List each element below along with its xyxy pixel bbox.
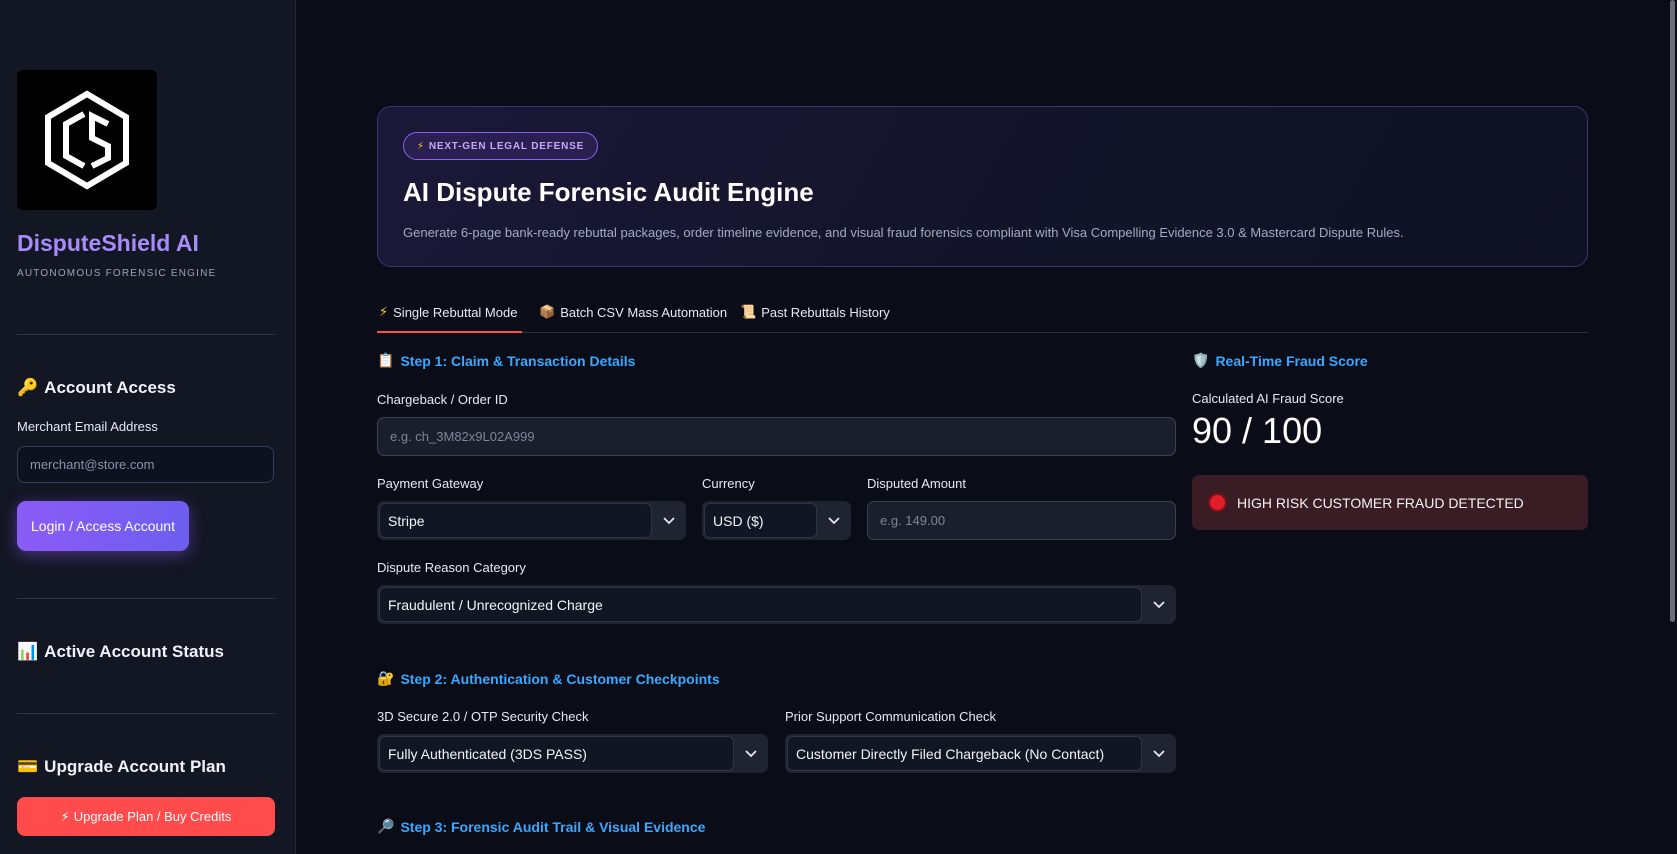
app-logo xyxy=(17,70,157,210)
step2-heading: 🔐 Step 2: Authentication & Customer Chec… xyxy=(377,670,720,687)
chevron-down-icon[interactable] xyxy=(734,734,768,773)
chevron-down-icon[interactable] xyxy=(652,501,686,540)
lightning-icon: ⚡ xyxy=(60,808,70,824)
brand-tagline: AUTONOMOUS FORENSIC ENGINE xyxy=(17,268,217,279)
support-check-label: Prior Support Communication Check xyxy=(785,709,996,724)
tab-single-rebuttal[interactable]: ⚡ Single Rebuttal Mode xyxy=(379,304,517,320)
reason-label: Dispute Reason Category xyxy=(377,560,526,575)
hero-badge-label: NEXT-GEN LEGAL DEFENSE xyxy=(428,140,585,152)
email-label: Merchant Email Address xyxy=(17,419,158,434)
lightning-icon: ⚡ xyxy=(417,140,425,152)
order-id-input[interactable]: e.g. ch_3M82x9L02A999 xyxy=(377,417,1176,456)
amount-placeholder: e.g. 149.00 xyxy=(880,513,946,528)
order-id-placeholder: e.g. ch_3M82x9L02A999 xyxy=(390,429,535,444)
step3-title: Step 3: Forensic Audit Trail & Visual Ev… xyxy=(400,818,706,835)
step1-heading: 📋 Step 1: Claim & Transaction Details xyxy=(377,352,635,369)
sidebar: DisputeShield AI AUTONOMOUS FORENSIC ENG… xyxy=(0,0,296,854)
reason-select[interactable]: Fraudulent / Unrecognized Charge xyxy=(377,585,1176,624)
fraud-alert: HIGH RISK CUSTOMER FRAUD DETECTED xyxy=(1192,475,1588,530)
secure-check-label: 3D Secure 2.0 / OTP Security Check xyxy=(377,709,589,724)
order-id-label: Chargeback / Order ID xyxy=(377,392,508,407)
tab-label: Single Rebuttal Mode xyxy=(393,304,518,320)
account-access-heading: 🔑 Account Access xyxy=(17,378,176,398)
scrollbar[interactable] xyxy=(1670,0,1675,622)
upgrade-plan-label: Upgrade Account Plan xyxy=(44,757,226,776)
email-field[interactable]: merchant@store.com xyxy=(17,446,274,483)
fraud-score-label: Calculated AI Fraud Score xyxy=(1192,391,1344,406)
amount-input[interactable]: e.g. 149.00 xyxy=(867,501,1176,540)
fraud-alert-text: HIGH RISK CUSTOMER FRAUD DETECTED xyxy=(1237,494,1524,511)
support-check-value: Customer Directly Filed Chargeback (No C… xyxy=(787,736,1142,771)
chevron-down-icon[interactable] xyxy=(1142,734,1176,773)
support-check-select[interactable]: Customer Directly Filed Chargeback (No C… xyxy=(785,734,1176,773)
currency-label: Currency xyxy=(702,476,755,491)
tab-batch-csv[interactable]: 📦 Batch CSV Mass Automation xyxy=(539,304,727,320)
sidebar-divider xyxy=(17,713,275,714)
sidebar-divider xyxy=(17,334,275,335)
red-circle-icon xyxy=(1208,493,1227,512)
chevron-down-icon[interactable] xyxy=(1142,585,1176,624)
bar-chart-icon: 📊 xyxy=(17,642,39,661)
fraud-score-value: 90 / 100 xyxy=(1192,410,1323,451)
secure-check-value: Fully Authenticated (3DS PASS) xyxy=(379,736,734,771)
account-status-label: Active Account Status xyxy=(44,642,224,661)
currency-select[interactable]: USD ($) xyxy=(702,501,851,540)
account-status-heading: 📊 Active Account Status xyxy=(17,642,224,662)
email-placeholder: merchant@store.com xyxy=(30,457,155,472)
amount-label: Disputed Amount xyxy=(867,476,967,491)
upgrade-plan-heading: 💳 Upgrade Account Plan xyxy=(17,757,226,777)
package-icon: 📦 xyxy=(539,304,556,319)
gateway-select[interactable]: Stripe xyxy=(377,501,686,540)
shield-icon: 🛡️ xyxy=(1192,352,1210,368)
fraud-score-heading: 🛡️ Real-Time Fraud Score xyxy=(1192,352,1368,369)
tab-label: Past Rebuttals History xyxy=(761,304,890,320)
upgrade-button[interactable]: ⚡ Upgrade Plan / Buy Credits xyxy=(17,797,275,836)
currency-value: USD ($) xyxy=(704,503,817,538)
tab-past-history[interactable]: 📜 Past Rebuttals History xyxy=(740,304,890,320)
hero-badge: ⚡ NEXT-GEN LEGAL DEFENSE xyxy=(403,132,599,160)
reason-value: Fraudulent / Unrecognized Charge xyxy=(379,587,1142,622)
gateway-value: Stripe xyxy=(379,503,652,538)
upgrade-button-label: Upgrade Plan / Buy Credits xyxy=(73,809,232,824)
mode-tabs: ⚡ Single Rebuttal Mode 📦 Batch CSV Mass … xyxy=(377,300,1588,333)
active-tab-indicator xyxy=(377,331,522,333)
key-icon: 🔑 xyxy=(17,378,39,397)
lightning-icon: ⚡ xyxy=(379,304,389,319)
chevron-down-icon[interactable] xyxy=(817,501,851,540)
brand-name: DisputeShield AI xyxy=(17,230,199,256)
fraud-score-title: Real-Time Fraud Score xyxy=(1215,352,1368,369)
account-access-label: Account Access xyxy=(44,378,176,397)
hero-card: ⚡ NEXT-GEN LEGAL DEFENSE AI Dispute Fore… xyxy=(377,106,1588,267)
magnifier-icon: 🔎 xyxy=(377,818,395,834)
step2-title: Step 2: Authentication & Customer Checkp… xyxy=(400,670,720,687)
shield-logo-icon xyxy=(45,90,129,190)
page-title: AI Dispute Forensic Audit Engine xyxy=(403,177,814,207)
lock-icon: 🔐 xyxy=(377,670,395,686)
gateway-label: Payment Gateway xyxy=(377,476,484,491)
scroll-icon: 📜 xyxy=(740,304,757,319)
clipboard-icon: 📋 xyxy=(377,352,395,368)
credit-card-icon: 💳 xyxy=(17,757,39,776)
step1-title: Step 1: Claim & Transaction Details xyxy=(400,352,636,369)
tab-label: Batch CSV Mass Automation xyxy=(560,304,728,320)
sidebar-divider xyxy=(17,598,275,599)
secure-check-select[interactable]: Fully Authenticated (3DS PASS) xyxy=(377,734,768,773)
step3-heading: 🔎 Step 3: Forensic Audit Trail & Visual … xyxy=(377,818,705,835)
hero-description: Generate 6-page bank-ready rebuttal pack… xyxy=(403,225,1404,240)
login-button[interactable]: Login / Access Account xyxy=(17,501,189,551)
